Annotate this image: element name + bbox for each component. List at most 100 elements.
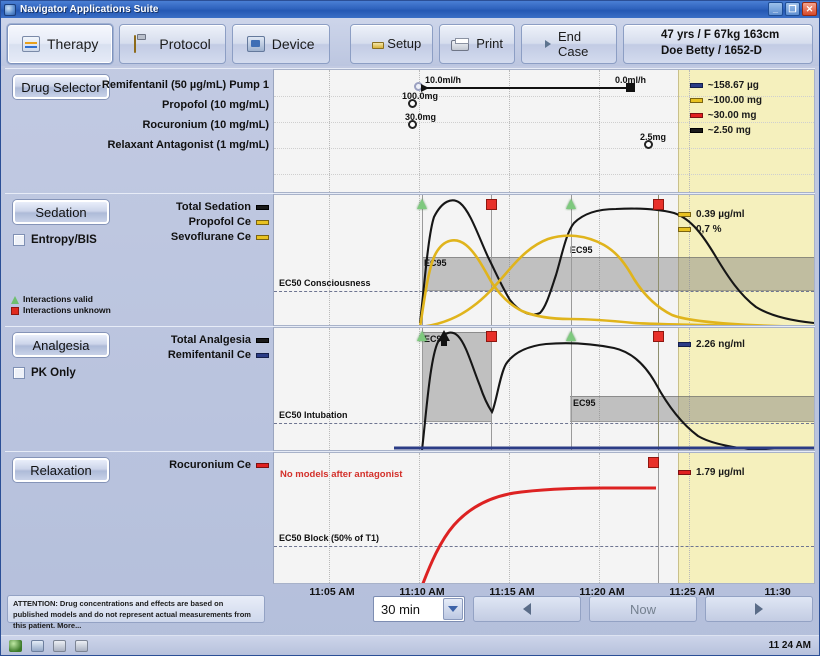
time-range-value: 30 min: [381, 602, 420, 617]
analgesia-value-swatch-1: [678, 342, 691, 347]
footer-bar: ATTENTION: Drug concentrations and effec…: [1, 589, 819, 629]
analgesia-marker-valid-2[interactable]: [566, 331, 576, 341]
now-button-label: Now: [630, 602, 656, 617]
tab-protocol[interactable]: Protocol: [119, 24, 225, 64]
close-button[interactable]: ✕: [802, 2, 817, 16]
sedation-marker-valid-2[interactable]: [566, 199, 576, 209]
next-button[interactable]: [705, 596, 813, 622]
legend-swatch-rocuronium: [690, 113, 703, 118]
tab-therapy[interactable]: Therapy: [7, 24, 113, 64]
interaction-valid-row: Interactions valid: [11, 294, 111, 305]
series-label-total-analgesia: Total Analgesia: [171, 333, 251, 348]
entropy-bis-checkbox[interactable]: [13, 234, 25, 246]
legend-item-relaxant-antagonist: ~2.50 mg: [690, 123, 762, 138]
restore-button[interactable]: ❐: [785, 2, 800, 16]
pk-only-label: PK Only: [31, 367, 76, 379]
drug-label-propofol: Propofol (10 mg/mL): [102, 95, 269, 115]
patient-name-id: Doe Betty / 1652-D: [661, 44, 779, 60]
tray-device-icon[interactable]: [75, 640, 88, 652]
sedation-controls: Sedation Entropy/BIS Total Sedation Prop…: [5, 194, 273, 326]
chevron-down-icon[interactable]: [443, 598, 463, 620]
drug-event-chart[interactable]: 10.0ml/h 0.0ml/h 100.0mg 30.0mg 2.5mg ~1…: [273, 69, 815, 193]
print-button[interactable]: Print: [439, 24, 515, 64]
drug-selector-button[interactable]: Drug Selector: [13, 75, 109, 99]
now-button[interactable]: Now: [589, 596, 697, 622]
series-total-sedation: Total Sedation: [171, 200, 269, 215]
print-icon: [451, 40, 469, 51]
attention-notice[interactable]: ATTENTION: Drug concentrations and effec…: [7, 595, 265, 623]
interaction-valid-label: Interactions valid: [23, 294, 93, 305]
drug-selector-controls: Drug Selector Remifentanil (50 µg/mL) Pu…: [5, 69, 273, 193]
setup-label: Setup: [387, 36, 421, 51]
tray-network-icon[interactable]: [31, 640, 44, 652]
legend-swatch-remifentanil: [690, 83, 703, 88]
pk-only-checkbox-row[interactable]: PK Only: [13, 367, 76, 379]
patient-icon: [636, 36, 654, 52]
infusion-bar-remifentanil: [422, 87, 630, 89]
end-case-icon: [533, 36, 551, 52]
sedation-value-1: 0.39 µg/ml: [696, 207, 745, 222]
therapy-icon: [22, 36, 40, 52]
relaxation-series-legend: Rocuronium Ce: [169, 458, 269, 473]
relaxation-value-1: 1.79 µg/ml: [696, 465, 745, 480]
tab-device[interactable]: Device: [232, 24, 330, 64]
relaxation-values-legend: 1.79 µg/ml: [678, 465, 745, 480]
analgesia-marker-valid-1[interactable]: [417, 331, 427, 341]
green-triangle-icon: [11, 296, 19, 304]
relaxation-marker-unknown[interactable]: [648, 457, 659, 468]
series-remifentanil-ce: Remifentanil Ce: [168, 348, 269, 363]
tray-printer-icon[interactable]: [53, 640, 66, 652]
sedation-chart[interactable]: EC95 EC95 EC50 Consciousness: [273, 194, 815, 326]
panel-relaxation: Relaxation Rocuronium Ce No models after…: [5, 451, 815, 584]
legend-value-propofol: ~100.00 mg: [708, 93, 762, 108]
legend-item-propofol: ~100.00 mg: [690, 93, 762, 108]
analgesia-chart[interactable]: EC95 EC95 EC50 Intubation: [273, 327, 815, 451]
legend-swatch-relaxant-antagonist: [690, 128, 703, 133]
sedation-value-swatch-1: [678, 212, 691, 217]
sedation-marker-unknown-1[interactable]: [486, 199, 497, 210]
series-swatch-rocuronium-ce: [256, 463, 269, 468]
series-label-sevoflurane-ce: Sevoflurane Ce: [171, 230, 251, 245]
panel-sedation: Sedation Entropy/BIS Total Sedation Prop…: [5, 193, 815, 326]
analgesia-button[interactable]: Analgesia: [13, 333, 109, 357]
minimize-button[interactable]: _: [768, 2, 783, 16]
analgesia-controls: Analgesia PK Only Total Analgesia Remife…: [5, 327, 273, 451]
sedation-series-legend: Total Sedation Propofol Ce Sevoflurane C…: [171, 200, 269, 245]
time-range-select[interactable]: 30 min: [373, 596, 465, 622]
relaxation-value-row-1: 1.79 µg/ml: [678, 465, 745, 480]
previous-button[interactable]: [473, 596, 581, 622]
sedation-marker-valid-1[interactable]: [417, 199, 427, 209]
series-sevoflurane-ce: Sevoflurane Ce: [171, 230, 269, 245]
end-case-button[interactable]: End Case: [521, 24, 617, 64]
pk-only-checkbox[interactable]: [13, 367, 25, 379]
legend-value-rocuronium: ~30.00 mg: [708, 108, 757, 123]
tray-monitor-icon[interactable]: [9, 640, 22, 652]
analgesia-value-1: 2.26 ng/ml: [696, 337, 745, 352]
entropy-bis-checkbox-row[interactable]: Entropy/BIS: [13, 234, 97, 246]
main-toolbar: Therapy Protocol Device Setup Print End …: [1, 18, 819, 66]
relaxation-chart[interactable]: No models after antagonist EC50 Block (5…: [273, 452, 815, 584]
sedation-value-row-2: 0,7 %: [678, 222, 745, 237]
tab-protocol-label: Protocol: [159, 36, 210, 52]
relaxation-button[interactable]: Relaxation: [13, 458, 109, 482]
drug-totals-legend: ~158.67 µg ~100.00 mg ~30.00 mg ~2.50 mg: [690, 78, 762, 138]
patient-details: 47 yrs / F 67kg 163cm Doe Betty / 1652-D: [661, 28, 779, 59]
print-label: Print: [476, 36, 503, 51]
tab-therapy-label: Therapy: [47, 36, 98, 52]
arrow-left-icon: [523, 603, 531, 615]
sedation-button[interactable]: Sedation: [13, 200, 109, 224]
patient-demographics: 47 yrs / F 67kg 163cm: [661, 28, 779, 44]
setup-button[interactable]: Setup: [350, 24, 433, 64]
panel-drug-selector: Drug Selector Remifentanil (50 µg/mL) Pu…: [5, 68, 815, 193]
drug-list: Remifentanil (50 µg/mL) Pump 1 Propofol …: [102, 75, 269, 155]
patient-info-button[interactable]: 47 yrs / F 67kg 163cm Doe Betty / 1652-D: [623, 24, 813, 64]
analgesia-marker-unknown-1[interactable]: [486, 331, 497, 342]
panel-analgesia: Analgesia PK Only Total Analgesia Remife…: [5, 326, 815, 451]
drug-label-remifentanil: Remifentanil (50 µg/mL) Pump 1: [102, 75, 269, 95]
window-title: Navigator Applications Suite: [20, 4, 159, 15]
analgesia-marker-unknown-2[interactable]: [653, 331, 664, 342]
entropy-bis-label: Entropy/BIS: [31, 234, 97, 246]
series-label-total-sedation: Total Sedation: [176, 200, 251, 215]
sedation-marker-unknown-2[interactable]: [653, 199, 664, 210]
sedation-values-legend: 0.39 µg/ml 0,7 %: [678, 207, 745, 237]
